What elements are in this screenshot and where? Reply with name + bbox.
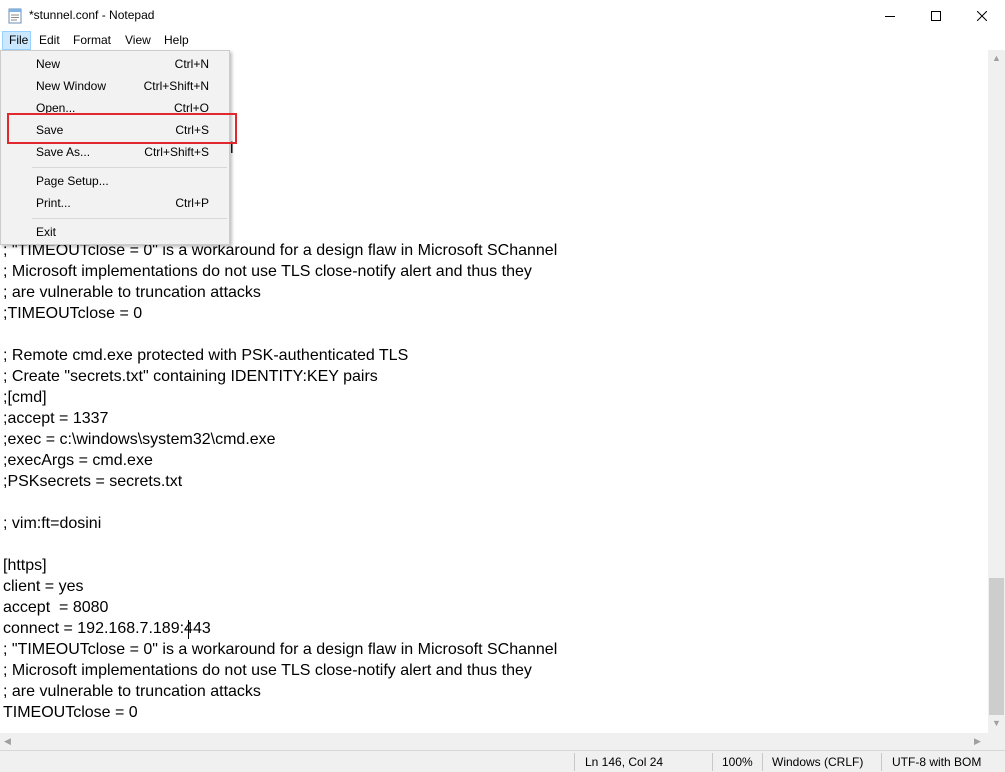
- status-bar: Ln 146, Col 24 100% Windows (CRLF) UTF-8…: [0, 750, 1005, 772]
- editor-line: ; are vulnerable to truncation attacks: [3, 683, 261, 700]
- menu-bar: File Edit Format View Help: [0, 31, 1005, 50]
- editor-line: ;PSKsecrets = secrets.txt: [3, 473, 183, 490]
- status-separator: [881, 753, 882, 771]
- menu-item-page-setup[interactable]: Page Setup...: [2, 170, 228, 192]
- window-title: *stunnel.conf - Notepad: [29, 8, 155, 22]
- editor-line: [https]: [3, 557, 47, 574]
- status-line-ending: Windows (CRLF): [772, 755, 864, 769]
- menu-edit[interactable]: Edit: [33, 31, 66, 50]
- editor-line: ; vim:ft=dosini: [3, 515, 102, 532]
- scroll-down-icon[interactable]: ▼: [992, 718, 1001, 728]
- menu-view[interactable]: View: [119, 31, 157, 50]
- save-highlight-annotation: [7, 113, 237, 144]
- menu-separator: [32, 167, 227, 168]
- status-separator: [762, 753, 763, 771]
- editor-line: connect = 192.168.7.189:443: [3, 620, 211, 637]
- editor-line: ; Remote cmd.exe protected with PSK-auth…: [3, 347, 409, 364]
- status-separator: [712, 753, 713, 771]
- minimize-icon: [885, 11, 895, 21]
- menu-format[interactable]: Format: [67, 31, 117, 50]
- minimize-button[interactable]: [867, 0, 913, 31]
- editor-line: ;accept = 1337: [3, 410, 109, 427]
- editor-line: client = yes: [3, 578, 84, 595]
- scroll-up-icon[interactable]: ▲: [992, 53, 1001, 63]
- editor-line: accept = 8080: [3, 599, 109, 616]
- menu-help[interactable]: Help: [158, 31, 195, 50]
- menu-item-exit[interactable]: Exit: [2, 221, 228, 243]
- scroll-left-icon[interactable]: ◀: [4, 736, 11, 747]
- maximize-button[interactable]: [913, 0, 959, 31]
- editor-line: ; "TIMEOUTclose = 0" is a workaround for…: [3, 641, 558, 658]
- editor-line: ; Create "secrets.txt" containing IDENTI…: [3, 368, 378, 385]
- scroll-right-icon[interactable]: ▶: [974, 736, 981, 747]
- vertical-scroll-thumb[interactable]: [989, 578, 1004, 715]
- close-icon: [977, 10, 987, 21]
- notepad-icon: [8, 7, 22, 24]
- text-caret: [188, 620, 189, 639]
- menu-item-new[interactable]: New Ctrl+N: [2, 53, 228, 75]
- editor-line: ; are vulnerable to truncation attacks: [3, 284, 261, 301]
- editor-line: ;exec = c:\windows\system32\cmd.exe: [3, 431, 276, 448]
- menu-file[interactable]: File: [2, 31, 31, 50]
- menu-item-new-window[interactable]: New Window Ctrl+Shift+N: [2, 75, 228, 97]
- scrollbar-corner: [988, 733, 1005, 750]
- maximize-icon: [931, 10, 941, 21]
- horizontal-scrollbar[interactable]: ◀ ▶: [0, 733, 988, 750]
- menu-separator: [32, 218, 227, 219]
- editor-line: ; Microsoft implementations do not use T…: [3, 662, 532, 679]
- file-menu-dropdown: New Ctrl+N New Window Ctrl+Shift+N Open.…: [0, 50, 230, 245]
- editor-line: ;TIMEOUTclose = 0: [3, 305, 143, 322]
- status-zoom: 100%: [722, 755, 753, 769]
- editor-line: ; Microsoft implementations do not use T…: [3, 263, 532, 280]
- menu-item-save-as[interactable]: Save As... Ctrl+Shift+S: [2, 141, 228, 163]
- title-bar: *stunnel.conf - Notepad: [0, 0, 1005, 31]
- editor-line: ;[cmd]: [3, 389, 47, 406]
- close-button[interactable]: [959, 0, 1005, 31]
- menu-item-print[interactable]: Print... Ctrl+P: [2, 192, 228, 214]
- status-separator: [574, 753, 575, 771]
- status-position: Ln 146, Col 24: [585, 755, 664, 769]
- status-encoding: UTF-8 with BOM: [892, 755, 982, 769]
- editor-line: TIMEOUTclose = 0: [3, 704, 138, 721]
- editor-line: ;execArgs = cmd.exe: [3, 452, 153, 469]
